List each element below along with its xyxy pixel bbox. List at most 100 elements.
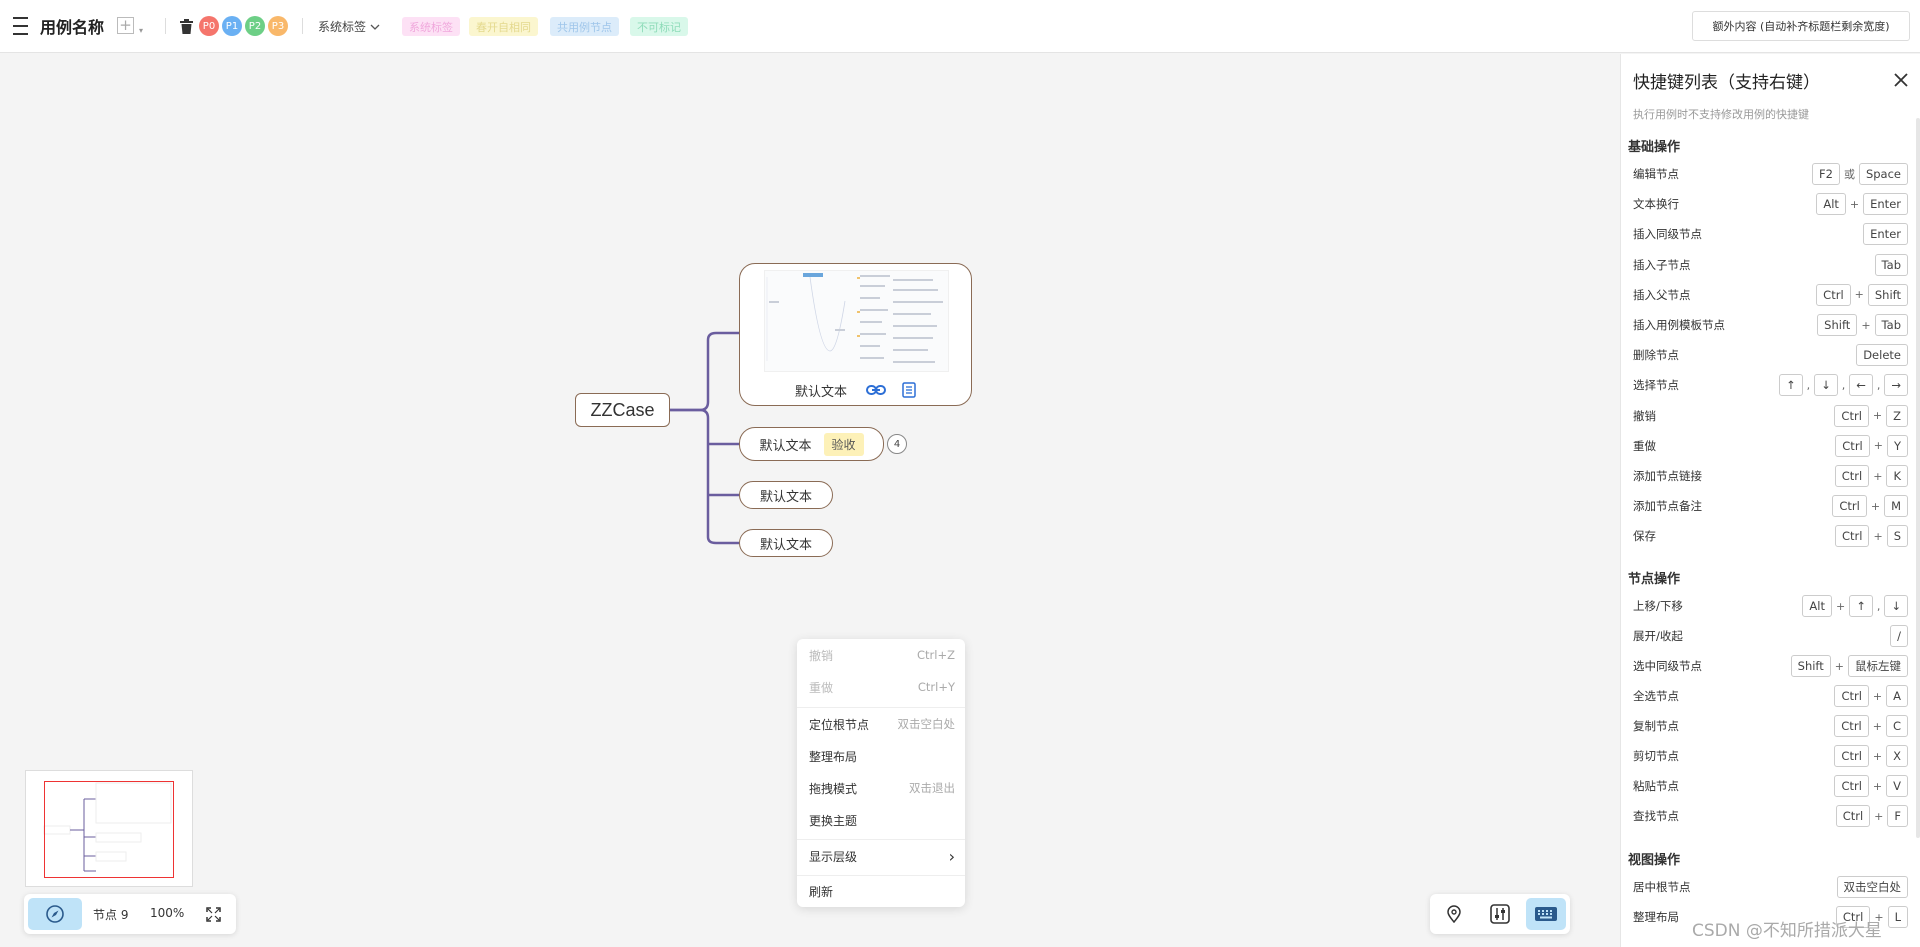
shortcut-keys: Tab [1874,253,1908,276]
shortcut-keys: Ctrl + K [1834,465,1908,487]
key-separator: + [1849,197,1860,211]
keycap: Ctrl [1834,745,1869,767]
keycap: Space [1858,163,1908,185]
menu-item-label: 显示层级 [809,849,858,864]
image-node[interactable]: 默认文本 [739,263,972,406]
mindmap-node[interactable]: 默认文本 验收 [739,427,884,461]
shortcut-row: 插入父节点 Ctrl + Shift [1633,283,1908,306]
shortcut-label: 选中同级节点 [1633,659,1702,673]
panel-title: 快捷键列表（支持右键） [1633,73,1820,93]
shortcut-row: 添加节点备注 Ctrl + M [1633,495,1908,518]
shortcut-keys: Ctrl + Z [1834,404,1908,427]
menu-item-undo[interactable]: 撤销 Ctrl+Z [809,645,955,665]
shortcut-row: 展开/收起 / [1633,625,1908,647]
keycap: Shift [1867,283,1908,306]
keycap: Delete [1856,344,1908,367]
menu-item-refresh[interactable]: 刷新 [809,881,955,901]
locate-button[interactable] [1434,898,1474,930]
settings-button[interactable] [1480,898,1520,930]
keycap: Ctrl [1834,404,1869,427]
shortcut-keys: / [1890,625,1908,647]
panel-subtitle: 执行用例时不支持修改用例的快捷键 [1633,108,1809,121]
menu-item-drag-mode[interactable]: 拖拽模式 双击退出 [809,778,955,798]
shortcut-keys: Ctrl + C [1834,715,1908,737]
location-pin-icon [1447,905,1461,923]
shortcut-keys: Shift + Tab [1817,314,1908,336]
shortcut-label: 添加节点备注 [1633,499,1702,514]
minimap[interactable] [25,770,193,887]
keyboard-icon [1535,907,1557,921]
keycap: Y [1886,434,1908,457]
shortcut-label: 复制节点 [1633,719,1679,733]
acceptance-tag: 验收 [823,432,864,456]
fullscreen-icon[interactable] [206,907,221,922]
bottom-right-toolbar [1430,894,1570,934]
shortcut-row: 上移/下移 Alt + ↑, ↓ [1633,595,1908,617]
shortcut-label: 插入子节点 [1633,257,1691,272]
shortcut-keys: Delete [1856,344,1908,367]
menu-item-redo[interactable]: 重做 Ctrl+Y [809,677,955,697]
shortcut-row: 保存 Ctrl + S [1633,525,1908,548]
shortcut-row: 重做 Ctrl + Y [1633,434,1908,457]
shortcut-label: 上移/下移 [1633,599,1683,613]
shortcut-keys: F2 或 Space [1812,163,1908,185]
key-separator: + [1873,439,1883,453]
shortcut-keys: ↑, ↓, ←, → [1778,374,1908,397]
menu-item-shortcut: Ctrl+Y [917,680,955,694]
chevron-right-icon: › [948,846,955,866]
link-icon[interactable] [866,384,886,396]
shortcut-row: 插入用例模板节点 Shift + Tab [1633,314,1908,336]
compass-icon [46,905,64,923]
keycap: Shift [1817,314,1858,336]
keycap: F2 [1812,163,1840,185]
shortcut-keys: Ctrl + M [1832,495,1908,518]
keycap: 双击空白处 [1836,876,1908,898]
shortcut-label: 添加节点链接 [1633,469,1702,483]
shortcut-row: 添加节点链接 Ctrl + K [1633,465,1908,487]
keycap: V [1886,775,1908,797]
key-separator: + [1872,409,1883,423]
menu-item-label: 整理布局 [809,749,858,764]
shortcut-row: 文本换行 Alt + Enter [1633,193,1908,216]
keycap: M [1884,495,1908,518]
key-separator: + [1834,659,1844,673]
child-count-badge[interactable]: 4 [887,434,907,454]
shortcut-row: 居中根节点 双击空白处 [1633,876,1908,898]
mindmap-node[interactable]: 默认文本 [739,529,833,557]
key-separator: , [1876,599,1881,613]
menu-item-label: 定位根节点 [809,717,870,732]
shortcut-label: 编辑节点 [1633,167,1679,181]
menu-item-label: 刷新 [809,884,834,899]
note-icon[interactable] [902,382,916,398]
section-title-view: 视图操作 [1628,853,1681,868]
shortcut-button[interactable] [1526,898,1566,930]
keycap: L [1887,906,1908,928]
menu-item-locate-root[interactable]: 定位根节点 双击空白处 [809,714,955,734]
keycap: F [1887,805,1908,827]
shortcut-label: 整理布局 [1633,910,1679,924]
root-node[interactable]: ZZCase [575,393,670,427]
keycap: K [1886,465,1908,487]
key-separator: + [1873,529,1883,543]
shortcut-label: 撤销 [1633,408,1656,423]
keycap: → [1884,374,1908,397]
extra-content-button[interactable]: 额外内容 (自动补齐标题栏剩余宽度) [1692,11,1910,41]
navigator-toggle[interactable] [28,898,82,930]
shortcut-row: 插入同级节点 Enter [1633,223,1908,246]
shortcut-keys: Ctrl + S [1835,525,1908,548]
menu-item-theme[interactable]: 更换主题 [809,810,955,830]
scrollbar[interactable] [1916,118,1920,838]
mindmap-node[interactable]: 默认文本 [739,481,833,509]
key-separator: + [1854,288,1864,302]
menu-item-levels[interactable]: 显示层级 › [809,846,955,866]
shortcut-label: 保存 [1633,529,1656,544]
zoom-level[interactable]: 100% [150,906,184,920]
keycap: Ctrl [1835,525,1870,548]
menu-item-arrange[interactable]: 整理布局 [809,746,955,766]
keycap: Shift [1790,655,1831,677]
shortcut-keys: 双击空白处 [1836,876,1908,898]
minimap-viewport[interactable] [44,781,174,878]
node-label: 默认文本 [759,438,812,454]
key-separator: + [1836,599,1846,613]
close-icon[interactable] [1891,70,1911,90]
